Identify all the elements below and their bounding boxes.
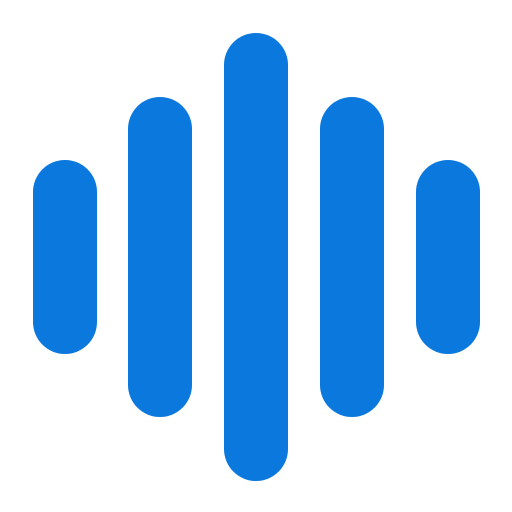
audio-waveform-icon bbox=[33, 33, 480, 481]
waveform-bar-2 bbox=[128, 97, 192, 417]
waveform-bar-5 bbox=[416, 160, 480, 354]
app-icon bbox=[0, 0, 512, 512]
waveform-bar-1 bbox=[33, 160, 97, 354]
waveform-bar-3 bbox=[224, 33, 288, 481]
waveform-bar-4 bbox=[320, 97, 384, 417]
